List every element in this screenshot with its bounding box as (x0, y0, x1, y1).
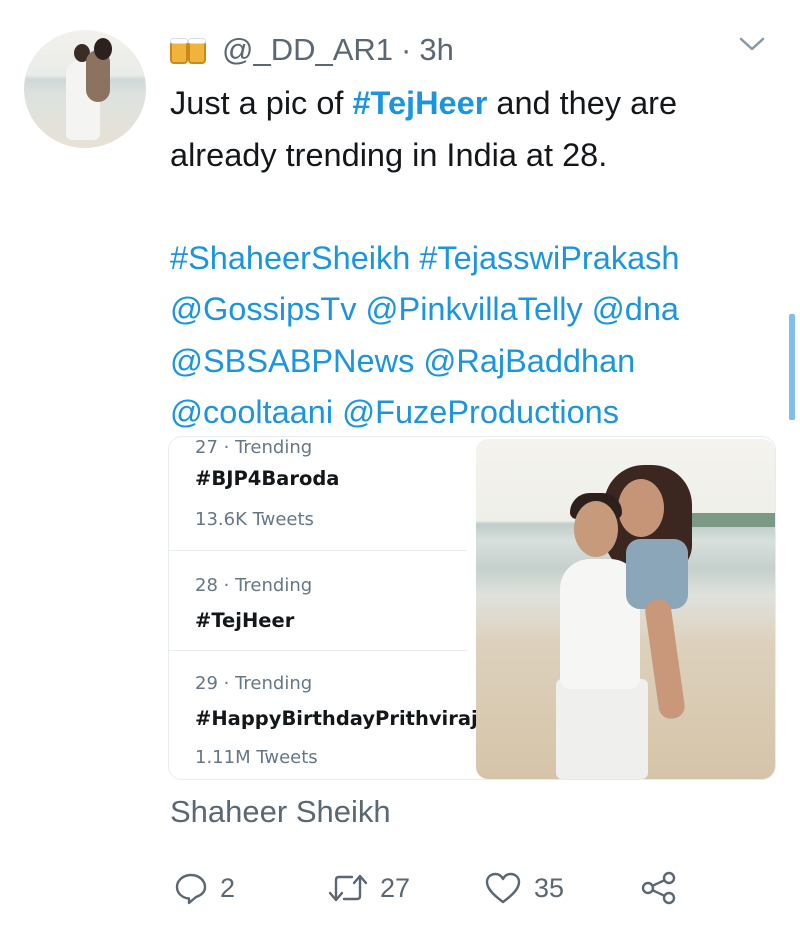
header-separator: · (401, 32, 412, 67)
trend-count: 13.6K Tweets (195, 509, 314, 530)
heart-icon (485, 872, 521, 904)
trend-item: 29 · Trending #HappyBirthdayPrithviraj 1… (169, 651, 478, 779)
chevron-down-icon[interactable] (738, 34, 766, 54)
mention-line[interactable]: @cooltaani @FuzeProductions (170, 387, 785, 439)
like-button[interactable]: 35 (484, 866, 564, 910)
share-button[interactable] (640, 866, 678, 910)
tweet-text: Just a pic of #TejHeer and they are alre… (170, 78, 785, 439)
author-handle[interactable]: @_DD_AR1 (222, 32, 393, 68)
avatar-figure-head (94, 38, 112, 60)
tweet-header: @_DD_AR1 · 3h (168, 28, 454, 72)
beach-photo[interactable] (476, 439, 775, 779)
mention-line[interactable]: @SBSABPNews @RajBaddhan (170, 336, 785, 388)
tweet-text-segment: and they are (487, 85, 678, 121)
hashtag-link[interactable]: #TejHeer (352, 85, 487, 121)
trend-meta: 28 · Trending (195, 575, 313, 596)
reply-icon (175, 873, 207, 905)
trend-item: 27 · Trending #BJP4Baroda 13.6K Tweets (169, 437, 467, 551)
trend-name: #TejHeer (195, 609, 295, 632)
hashtag-line[interactable]: #ShaheerSheikh #TejasswiPrakash (170, 233, 785, 285)
media-caption[interactable]: Shaheer Sheikh (170, 794, 391, 830)
retweet-icon (328, 874, 368, 902)
trend-meta: 27 · Trending (195, 437, 313, 458)
scrollbar[interactable] (789, 314, 795, 420)
media-card[interactable]: 27 · Trending #BJP4Baroda 13.6K Tweets 2… (168, 436, 776, 780)
trend-count: 1.11M Tweets (195, 747, 318, 768)
reply-button[interactable]: 2 (174, 866, 235, 910)
trend-name: #BJP4Baroda (195, 467, 340, 490)
tweet-text-segment: Just a pic of (170, 85, 353, 121)
mention-line[interactable]: @GossipsTv @PinkvillaTelly @dna (170, 284, 785, 336)
trending-screenshot[interactable]: 27 · Trending #BJP4Baroda 13.6K Tweets 2… (169, 437, 478, 779)
trend-name: #HappyBirthdayPrithviraj (195, 707, 478, 730)
author-avatar[interactable] (24, 30, 146, 148)
trend-meta: 29 · Trending (195, 673, 313, 694)
like-count: 35 (534, 872, 565, 903)
tweet-line: already trending in India at 28. (170, 136, 608, 173)
retweet-button[interactable]: 27 (328, 866, 410, 910)
tweet-timestamp[interactable]: 3h (419, 32, 453, 68)
beer-mugs-icon (168, 32, 212, 68)
reply-count: 2 (220, 872, 236, 903)
tweet-line: Just a pic of #TejHeer and they are (170, 78, 785, 130)
trend-item: 28 · Trending #TejHeer (169, 553, 467, 651)
share-icon (641, 871, 676, 905)
tweet-actions: 2 27 35 (170, 866, 690, 910)
retweet-count: 27 (380, 872, 411, 903)
